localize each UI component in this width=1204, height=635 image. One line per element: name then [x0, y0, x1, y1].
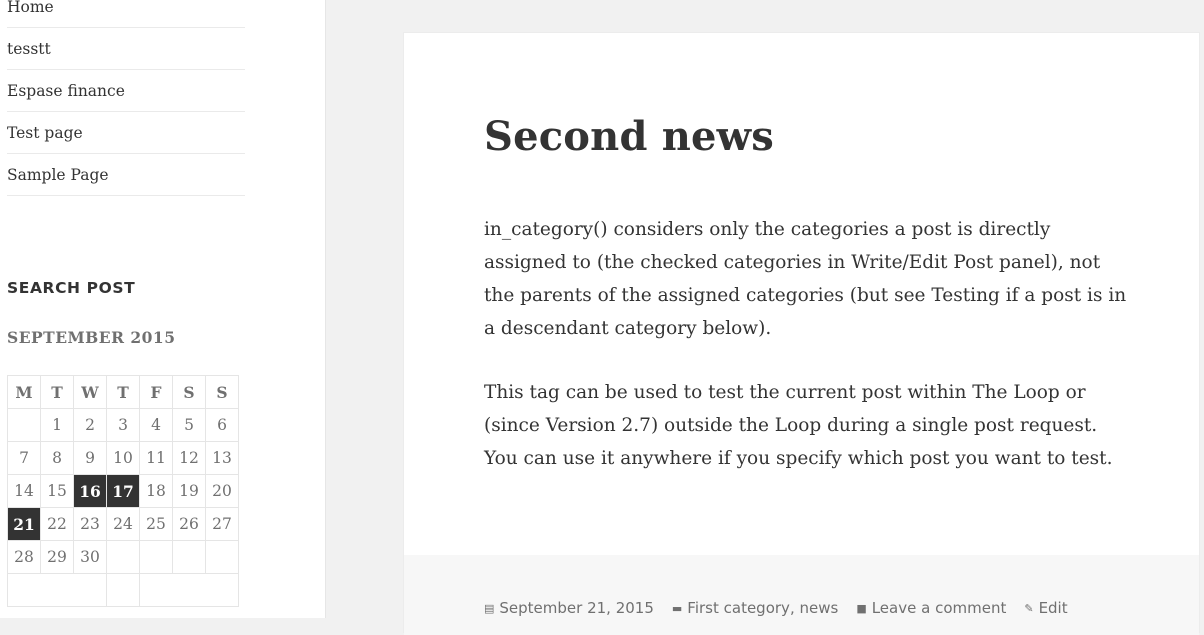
calendar-day: 24 — [106, 507, 140, 541]
nav-link-tesstt[interactable]: tesstt — [7, 40, 51, 58]
nav-link-espase-finance[interactable]: Espase finance — [7, 82, 125, 100]
calendar-day: 29 — [40, 540, 74, 574]
nav-item: Home — [7, 0, 245, 28]
calendar-day: 22 — [40, 507, 74, 541]
calendar-pad-cell — [106, 573, 140, 607]
calendar-week-row: 7 8 9 10 11 12 13 — [7, 441, 239, 475]
edit-link[interactable]: Edit — [1039, 599, 1068, 617]
post-meta: ▤ September 21, 2015 ▬ First category, n… — [484, 599, 1086, 617]
day-header: T — [106, 375, 140, 409]
post-title: Second news — [484, 113, 775, 160]
calendar-empty-cell — [139, 540, 173, 574]
comments-link-wrap: ■ Leave a comment — [856, 599, 1006, 617]
comment-icon: ■ — [856, 601, 867, 615]
post-date-link[interactable]: September 21, 2015 — [499, 599, 653, 617]
edit-link-wrap: ✎ Edit — [1024, 599, 1067, 617]
calendar-day: 7 — [7, 441, 41, 475]
calendar-day-link[interactable]: 16 — [73, 474, 107, 508]
calendar-day: 10 — [106, 441, 140, 475]
category-link[interactable]: First category — [687, 599, 790, 617]
day-header: F — [139, 375, 173, 409]
calendar-day: 20 — [205, 474, 239, 508]
pencil-icon: ✎ — [1024, 601, 1034, 615]
calendar-day: 15 — [40, 474, 74, 508]
calendar-day: 19 — [172, 474, 206, 508]
category-link[interactable]: news — [799, 599, 838, 617]
calendar-caption: SEPTEMBER 2015 — [7, 328, 176, 347]
calendar-day: 14 — [7, 474, 41, 508]
day-header: T — [40, 375, 74, 409]
folder-icon: ▬ — [671, 601, 683, 615]
day-header: M — [7, 375, 41, 409]
calendar-table: M T W T F S S 1 2 3 4 5 6 7 8 9 10 11 12 13 14 15 16 17 1… — [7, 375, 239, 607]
calendar-week-row: 21 22 23 24 25 26 27 — [7, 507, 239, 541]
post-paragraph: This tag can be used to test the current… — [484, 382, 1113, 469]
calendar-day: 3 — [106, 408, 140, 442]
calendar-day: 30 — [73, 540, 107, 574]
search-widget-title: SEARCH POST — [7, 279, 136, 297]
calendar-day-link[interactable]: 17 — [106, 474, 140, 508]
calendar-day: 12 — [172, 441, 206, 475]
calendar-empty-cell — [205, 540, 239, 574]
leave-comment-link[interactable]: Leave a comment — [872, 599, 1007, 617]
category-separator: , — [789, 599, 800, 617]
calendar-day: 28 — [7, 540, 41, 574]
calendar-body: 1 2 3 4 5 6 7 8 9 10 11 12 13 14 15 16 17 18 19 20 21 22 23 24 2… — [7, 408, 239, 607]
calendar-day-link[interactable]: 21 — [7, 507, 41, 541]
sidebar: Home tesstt Espase finance Test page Sam… — [0, 0, 326, 618]
page-navigation: Home tesstt Espase finance Test page Sam… — [7, 0, 245, 196]
post-card: Second news in_category() considers only… — [403, 32, 1200, 635]
posted-on: ▤ September 21, 2015 — [484, 599, 654, 617]
calendar-icon: ▤ — [484, 601, 495, 615]
calendar-empty-cell — [172, 540, 206, 574]
calendar-week-row: 123456 — [7, 408, 239, 442]
calendar-week-row: 14 15 16 17 18 19 20 — [7, 474, 239, 508]
calendar-next-cell — [139, 573, 239, 607]
calendar-day: 27 — [205, 507, 239, 541]
nav-link-home[interactable]: Home — [7, 0, 54, 16]
calendar-empty-cell — [106, 540, 140, 574]
post-categories: ▬ First category, news — [672, 599, 838, 617]
nav-item: Test page — [7, 112, 245, 154]
calendar-day: 8 — [40, 441, 74, 475]
nav-item: tesstt — [7, 28, 245, 70]
post-content: in_category() considers only the categor… — [484, 213, 1134, 506]
calendar-day: 11 — [139, 441, 173, 475]
nav-item: Sample Page — [7, 154, 245, 196]
calendar-day: 23 — [73, 507, 107, 541]
day-header: S — [172, 375, 206, 409]
calendar-day: 9 — [73, 441, 107, 475]
calendar-day: 18 — [139, 474, 173, 508]
calendar-day: 26 — [172, 507, 206, 541]
post-paragraph: in_category() considers only the categor… — [484, 219, 1127, 339]
calendar-header-row: M T W T F S S — [7, 375, 239, 409]
calendar-prev-cell — [7, 573, 107, 607]
calendar-day: 25 — [139, 507, 173, 541]
day-header: W — [73, 375, 107, 409]
calendar-footer-row — [7, 573, 239, 607]
nav-link-sample-page[interactable]: Sample Page — [7, 166, 109, 184]
nav-link-test-page[interactable]: Test page — [7, 124, 83, 142]
calendar-day: 1 — [40, 408, 74, 442]
nav-item: Espase finance — [7, 70, 245, 112]
calendar-week-row: 28 29 30 — [7, 540, 239, 574]
day-header: S — [205, 375, 239, 409]
calendar-day: 13 — [205, 441, 239, 475]
calendar-empty-cell — [7, 408, 41, 442]
entry-footer: ▤ September 21, 2015 ▬ First category, n… — [404, 555, 1199, 635]
calendar-day: 2 — [73, 408, 107, 442]
calendar-day: 6 — [205, 408, 239, 442]
calendar-day: 4 — [139, 408, 173, 442]
calendar-day: 5 — [172, 408, 206, 442]
